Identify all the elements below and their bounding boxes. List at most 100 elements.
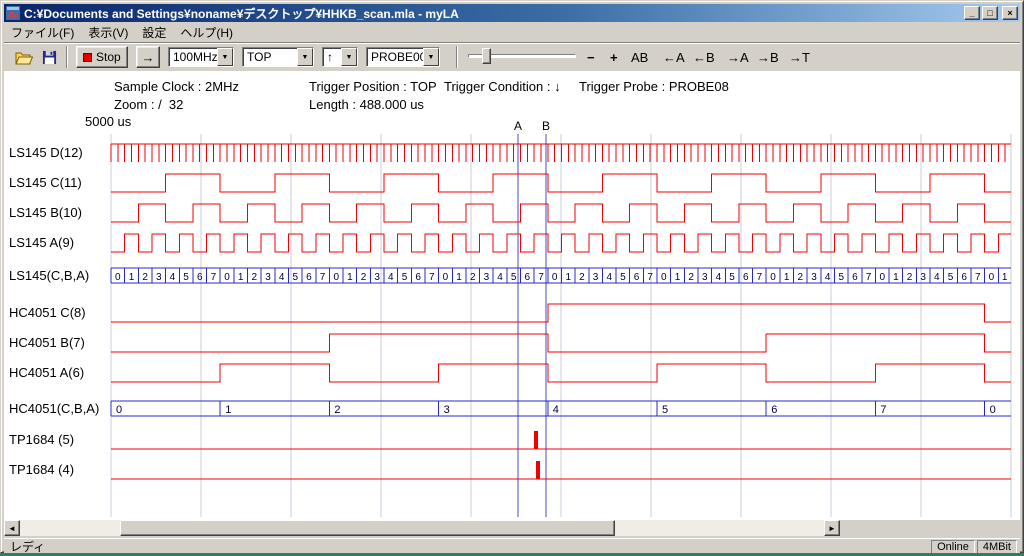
wave-ls145-c-b-a-value: 0 <box>770 272 776 283</box>
wave-ls145-c-b-a-value: 0 <box>115 272 121 283</box>
wave-ls145-c-b-a-value: 5 <box>620 272 626 283</box>
trigger-condition-info: Trigger Condition : ↓ <box>444 79 561 94</box>
wave-ls145-c-b-a-value: 5 <box>292 272 298 283</box>
wave-ls145-c-b-a-value: 0 <box>989 272 995 283</box>
wave-ls145-c-b-a-value: 3 <box>374 272 380 283</box>
wave-ls145-c-b-a-value: 1 <box>1002 272 1008 283</box>
wave-ls145-c-b-a-value: 1 <box>565 272 571 283</box>
timebase-label: 5000 us <box>85 114 131 129</box>
wave-ls145-c-b-a-value: 2 <box>142 272 148 283</box>
channel-label-ls145-c-b-a: LS145(C,B,A) <box>9 267 89 285</box>
wave-ls145-c-b-a-value: 2 <box>907 272 913 283</box>
wave-ls145-c-b-a-value: 4 <box>279 272 285 283</box>
wave-hc4051-c-b-a-value: 3 <box>444 404 450 416</box>
wave-hc4051-c-b-a-value: 1 <box>225 404 231 416</box>
wave-ls145-c-b-a-value: 4 <box>716 272 722 283</box>
wave-ls145-c-b-a-value: 5 <box>183 272 189 283</box>
sample-clock-info: Sample Clock : 2MHz <box>114 79 239 94</box>
wave-ls145-c-b-a-value: 6 <box>306 272 312 283</box>
wave-ls145-c-b-a-value: 2 <box>252 272 258 283</box>
wave-ls145-c-b-a-value: 2 <box>361 272 367 283</box>
wave-ls145-c-b-a-value: 4 <box>497 272 503 283</box>
wave-tp1684-5-pulse <box>534 431 538 449</box>
wave-hc4051-c-b-a-value: 0 <box>990 404 996 416</box>
wave-ls145-c-b-a-value: 6 <box>415 272 421 283</box>
cursor-a-label: A <box>514 119 522 133</box>
wave-ls145-c-b-a-value: 7 <box>320 272 326 283</box>
wave-ls145-c-b-a-value: 7 <box>757 272 763 283</box>
wave-hc4051-c-b-a-value: 6 <box>771 404 777 416</box>
channel-label-hc4051-c-8: HC4051 C(8) <box>9 304 86 322</box>
wave-ls145-a-9 <box>111 234 1011 252</box>
wave-ls145-c-b-a-value: 0 <box>879 272 885 283</box>
channel-label-hc4051-b-7: HC4051 B(7) <box>9 334 85 352</box>
channel-label-tp1684-5: TP1684 (5) <box>9 431 74 449</box>
wave-hc4051-c-b-a-value: 7 <box>880 404 886 416</box>
channel-label-ls145-b-10: LS145 B(10) <box>9 204 82 222</box>
app-window: C:¥Documents and Settings¥noname¥デスクトップ¥… <box>0 0 1024 553</box>
channel-label-hc4051-a-6: HC4051 A(6) <box>9 364 84 382</box>
wave-ls145-c-b-a-value: 5 <box>948 272 954 283</box>
wave-ls145-c-b-a-value: 7 <box>647 272 653 283</box>
channel-label-hc4051-c-b-a: HC4051(C,B,A) <box>9 400 99 418</box>
channel-label-ls145-c-11: LS145 C(11) <box>9 174 82 192</box>
wave-ls145-c-b-a-value: 5 <box>729 272 735 283</box>
trigger-probe-info: Trigger Probe : PROBE08 <box>579 79 729 94</box>
wave-ls145-c-b-a-value: 1 <box>893 272 899 283</box>
wave-ls145-c-b-a-value: 6 <box>852 272 858 283</box>
wave-ls145-c-b-a-value: 6 <box>525 272 531 283</box>
wave-ls145-c-b-a-value: 0 <box>333 272 339 283</box>
wave-ls145-c-b-a-value: 7 <box>211 272 217 283</box>
wave-ls145-c-b-a-value: 3 <box>593 272 599 283</box>
wave-ls145-c-b-a-value: 1 <box>238 272 244 283</box>
wave-ls145-c-b-a-value: 0 <box>661 272 667 283</box>
wave-ls145-c-b-a-value: 1 <box>675 272 681 283</box>
wave-ls145-c-b-a-value: 5 <box>511 272 517 283</box>
wave-ls145-c-b-a-value: 2 <box>470 272 476 283</box>
wave-hc4051-c-b-a-value: 0 <box>116 404 122 416</box>
wave-hc4051-c-b-a-value: 4 <box>553 404 559 416</box>
wave-ls145-c-b-a-value: 3 <box>920 272 926 283</box>
wave-ls145-c-b-a-value: 5 <box>402 272 408 283</box>
zoom-info: Zoom : / 32 <box>114 97 183 112</box>
length-info: Length : 488.000 us <box>309 97 424 112</box>
wave-ls145-c-b-a-value: 4 <box>825 272 831 283</box>
wave-ls145-c-b-a-value: 0 <box>552 272 558 283</box>
wave-ls145-c-b-a-value: 1 <box>347 272 353 283</box>
wave-ls145-c-b-a-value: 2 <box>798 272 804 283</box>
wave-ls145-c-b-a-value: 6 <box>961 272 967 283</box>
wave-ls145-c-b-a-value: 5 <box>838 272 844 283</box>
wave-ls145-c-b-a-value: 4 <box>934 272 940 283</box>
wave-ls145-c-b-a-value: 3 <box>811 272 817 283</box>
wave-ls145-c-b-a-value: 2 <box>579 272 585 283</box>
wave-hc4051-c-b-a-value: 5 <box>662 404 668 416</box>
wave-tp1684-4-pulse <box>536 461 540 479</box>
channel-label-ls145-a-9: LS145 A(9) <box>9 234 74 252</box>
trigger-position-info: Trigger Position : TOP <box>309 79 437 94</box>
wave-ls145-c-b-a-value: 7 <box>975 272 981 283</box>
wave-ls145-c-b-a-value: 1 <box>784 272 790 283</box>
cursor-b-label: B <box>542 119 550 133</box>
wave-ls145-c-b-a-value: 4 <box>388 272 394 283</box>
wave-ls145-c-b-a-value: 0 <box>443 272 449 283</box>
channel-label-tp1684-4: TP1684 (4) <box>9 461 74 479</box>
wave-ls145-c-b-a-value: 3 <box>156 272 162 283</box>
wave-ls145-c-b-a-value: 2 <box>688 272 694 283</box>
wave-ls145-c-b-a-value: 6 <box>743 272 749 283</box>
wave-ls145-c-b-a-value: 3 <box>484 272 490 283</box>
channel-label-ls145-d-12: LS145 D(12) <box>9 144 83 162</box>
wave-ls145-c-b-a-value: 1 <box>456 272 462 283</box>
wave-hc4051-c-b-a-value: 2 <box>334 404 340 416</box>
wave-ls145-c-b-a-value: 4 <box>170 272 176 283</box>
wave-ls145-c-b-a-value: 1 <box>129 272 135 283</box>
wave-ls145-c-b-a-value: 7 <box>538 272 544 283</box>
wave-ls145-c-b-a-value: 6 <box>197 272 203 283</box>
wave-ls145-c-b-a-value: 3 <box>702 272 708 283</box>
wave-ls145-d-12 <box>111 144 1011 162</box>
wave-ls145-c-b-a-value: 7 <box>866 272 872 283</box>
wave-ls145-c-b-a-value: 7 <box>429 272 435 283</box>
wave-ls145-c-b-a-value: 0 <box>224 272 230 283</box>
wave-ls145-c-b-a-value: 4 <box>606 272 612 283</box>
wave-ls145-c-b-a-value: 3 <box>265 272 271 283</box>
wave-ls145-c-b-a-value: 6 <box>634 272 640 283</box>
